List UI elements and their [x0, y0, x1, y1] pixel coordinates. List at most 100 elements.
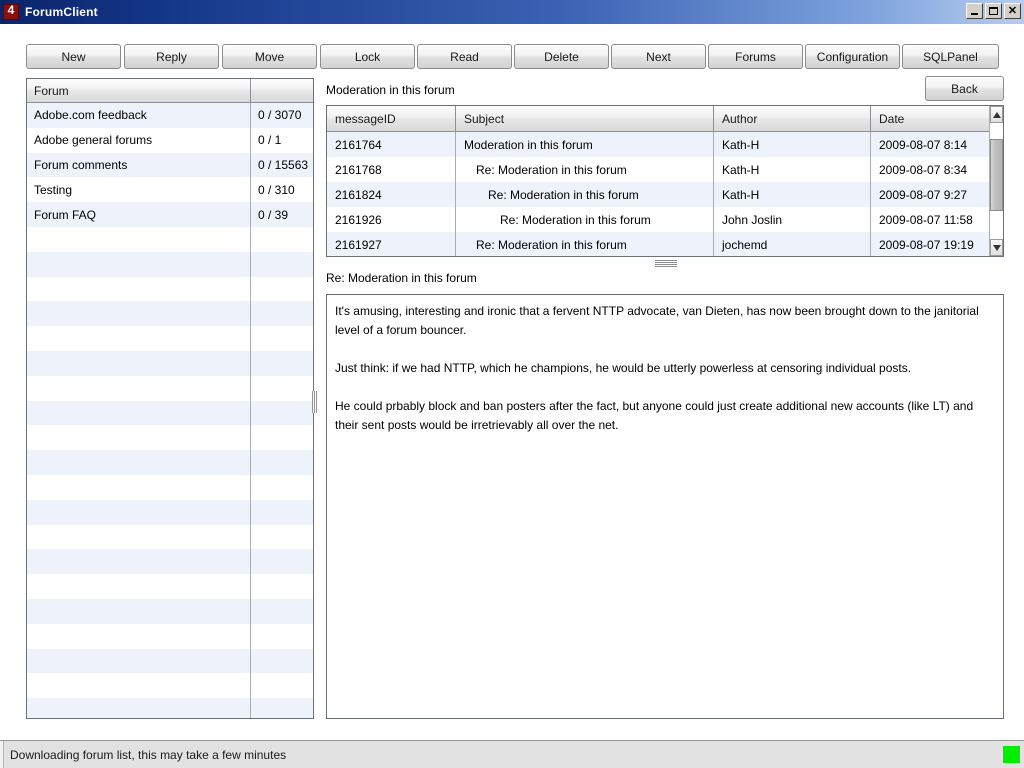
forum-message-count [251, 549, 313, 574]
lock-button[interactable]: Lock [320, 44, 415, 69]
message-date: 2009-08-07 9:27 [879, 187, 968, 202]
next-button[interactable]: Next [611, 44, 706, 69]
forum-name [27, 499, 251, 525]
forum-list-item[interactable] [27, 623, 313, 649]
message-row[interactable]: 2161768 Re: Moderation in this forum Kath-… [327, 157, 989, 182]
message-list-scrollbar[interactable] [989, 106, 1003, 256]
forum-list-item[interactable] [27, 400, 313, 426]
forum-list-item[interactable] [27, 251, 313, 277]
forum-list-item[interactable] [27, 673, 313, 699]
forum-message-count [251, 525, 313, 550]
reply-button[interactable]: Reply [124, 44, 219, 69]
forum-name [27, 648, 251, 674]
configuration-button[interactable]: Configuration [805, 44, 900, 69]
forum-list-item[interactable] [27, 474, 313, 500]
forum-message-count [251, 277, 313, 302]
new-button[interactable]: New [26, 44, 121, 69]
message-table: messageID Subject Author Date 2161764 Mod… [327, 106, 989, 256]
forum-name [27, 574, 251, 599]
forum-list-item[interactable] [27, 698, 313, 718]
forum-column-header-count[interactable] [251, 79, 313, 102]
message-id: 2161824 [327, 182, 456, 207]
message-row[interactable]: 2161764 Moderation in this forum Kath-H 200… [327, 132, 989, 157]
forum-client-window: ForumClient ✕ NewReplyMoveLockReadDelete… [0, 0, 1024, 768]
forum-name [27, 598, 251, 624]
forum-name: Adobe.com feedback [27, 103, 251, 128]
horizontal-splitter[interactable] [326, 258, 1004, 270]
read-button[interactable]: Read [417, 44, 512, 69]
forum-list-item[interactable] [27, 326, 313, 351]
forum-column-header-name[interactable]: Forum [27, 79, 251, 102]
splitter-grip-icon [312, 391, 318, 413]
forum-message-count [251, 351, 313, 376]
forum-list-item[interactable] [27, 524, 313, 550]
forum-name [27, 698, 251, 718]
scroll-down-button[interactable] [990, 239, 1003, 256]
forum-list-item[interactable] [27, 549, 313, 575]
forums-button[interactable]: Forums [708, 44, 803, 69]
forum-list-item[interactable]: Forum comments 0 / 15563 [27, 152, 313, 178]
vertical-splitter[interactable] [310, 78, 320, 719]
forum-message-count: 0 / 39 [258, 207, 289, 222]
forum-name [27, 524, 251, 550]
forum-message-count [251, 227, 313, 252]
message-id: 2161764 [327, 132, 456, 157]
forum-list-item[interactable] [27, 574, 313, 599]
window-controls: ✕ [966, 3, 1021, 19]
adobe-air-icon [3, 3, 19, 20]
message-subject: Re: Moderation in this forum [456, 182, 714, 207]
message-author: John Joslin [714, 207, 871, 232]
message-body-panel[interactable]: It's amusing, interesting and ironic tha… [326, 294, 1004, 719]
maximize-icon [989, 7, 998, 15]
forum-message-count: 0 / 15563 [258, 157, 309, 172]
forum-list-item[interactable] [27, 375, 313, 401]
forum-list-item[interactable] [27, 450, 313, 475]
message-column-header-subject[interactable]: Subject [456, 106, 714, 131]
message-author: Kath-H [714, 132, 871, 157]
forum-message-count: 0 / 310 [258, 182, 295, 197]
forum-list-item[interactable] [27, 648, 313, 674]
message-column-header-id[interactable]: messageID [327, 106, 456, 131]
forum-message-count: 0 / 1 [258, 133, 282, 148]
message-row[interactable]: 2161824 Re: Moderation in this forum Kath-… [327, 182, 989, 207]
forum-name: Forum FAQ [27, 202, 251, 227]
message-author: Kath-H [714, 157, 871, 182]
scroll-up-button[interactable] [990, 106, 1003, 123]
scrollbar-thumb[interactable] [990, 139, 1003, 211]
forum-message-count [251, 252, 313, 277]
forum-list-item[interactable] [27, 425, 313, 451]
forum-name [27, 400, 251, 426]
message-row[interactable]: 2161926 Re: Moderation in this forum John … [327, 207, 989, 232]
minimize-button[interactable] [966, 3, 983, 19]
forum-message-count [251, 624, 313, 649]
forum-list-item[interactable] [27, 350, 313, 376]
status-message: Downloading forum list, this may take a … [10, 747, 287, 762]
forum-list-item[interactable]: Adobe general forums 0 / 1 [27, 127, 313, 153]
forum-list-item[interactable] [27, 276, 313, 302]
move-button[interactable]: Move [222, 44, 317, 69]
forum-message-count: 0 / 3070 [258, 108, 302, 123]
message-id: 2161768 [327, 157, 456, 182]
delete-button[interactable]: Delete [514, 44, 609, 69]
scroll-down-icon [992, 244, 1001, 251]
forum-list-item[interactable] [27, 226, 313, 252]
forum-list-item[interactable]: Adobe.com feedback 0 / 3070 [27, 103, 313, 128]
forum-list-item[interactable] [27, 598, 313, 624]
message-column-header-date[interactable]: Date [871, 106, 989, 131]
scrollbar-track[interactable] [990, 123, 1003, 239]
forum-list-item[interactable]: Testing 0 / 310 [27, 177, 313, 203]
message-id: 2161926 [327, 207, 456, 232]
forum-list-item[interactable] [27, 301, 313, 327]
message-date: 2009-08-07 19:19 [879, 237, 974, 252]
forum-list-item[interactable] [27, 499, 313, 525]
forum-list-item[interactable]: Forum FAQ 0 / 39 [27, 202, 313, 227]
message-column-header-author[interactable]: Author [714, 106, 871, 131]
forum-message-count [251, 574, 313, 599]
close-button[interactable]: ✕ [1004, 3, 1021, 19]
maximize-button[interactable] [985, 3, 1002, 19]
sqlpanel-button[interactable]: SQLPanel [902, 44, 999, 69]
forum-message-count [251, 500, 313, 525]
forum-list-rows: Adobe.com feedback 0 / 3070 Adobe general … [27, 103, 313, 718]
message-date: 2009-08-07 8:14 [879, 137, 968, 152]
message-row[interactable]: 2161927 Re: Moderation in this forum joche… [327, 232, 989, 256]
